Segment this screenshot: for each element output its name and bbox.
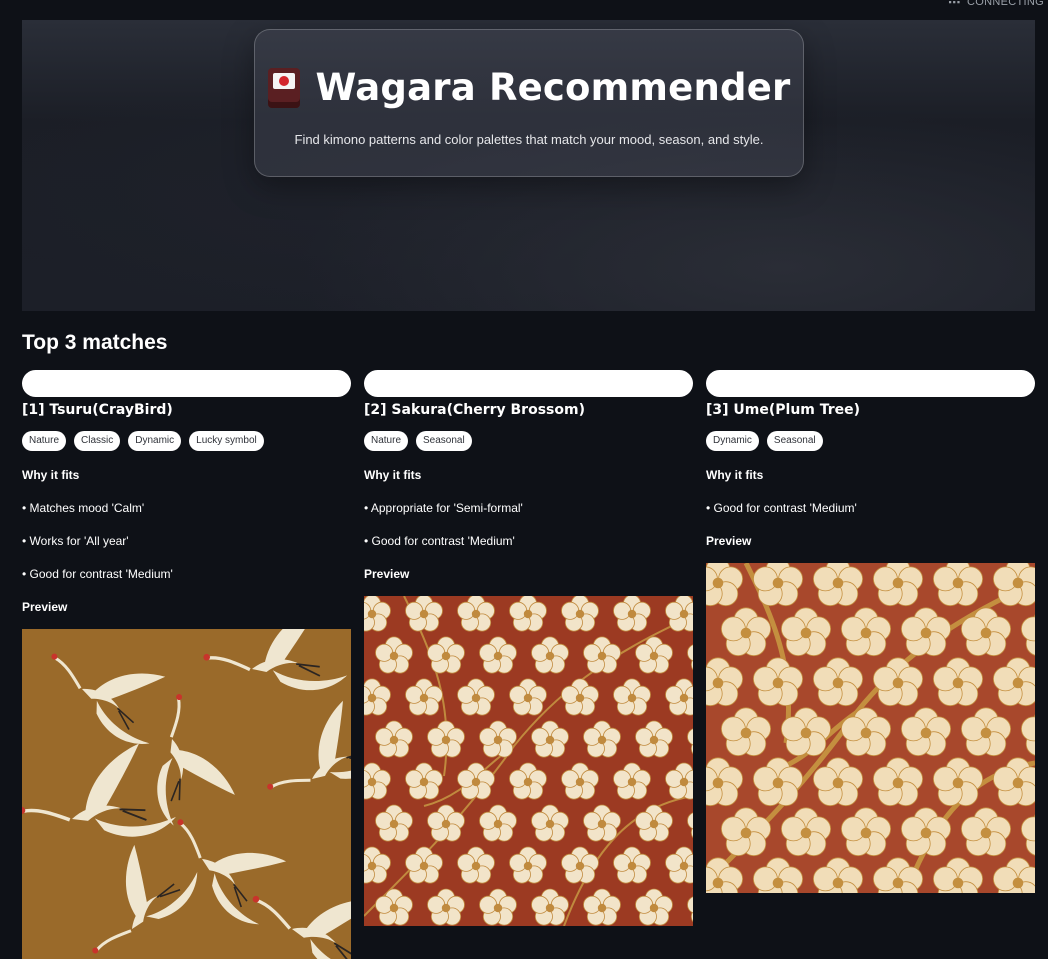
card-input-bar[interactable]: [364, 370, 693, 397]
tag-chip: Classic: [74, 431, 121, 451]
tag-chip: Dynamic: [128, 431, 182, 451]
status-icon: ▪▪▪: [948, 0, 962, 7]
preview-image-tsuru: [22, 629, 351, 959]
result-card-ume: [3] Ume(Plum Tree) Dynamic Seasonal Why …: [706, 370, 1035, 893]
tag-chip: Nature: [364, 431, 409, 451]
sakura-pattern: [364, 596, 693, 926]
preview-label: Preview: [706, 534, 752, 548]
preview-image-ume: [706, 563, 1035, 893]
card-title: [3] Ume(Plum Tree): [706, 402, 861, 418]
reason-item: • Good for contrast 'Medium': [364, 534, 515, 548]
reason-item: • Matches mood 'Calm': [22, 501, 145, 515]
preview-label: Preview: [364, 567, 410, 581]
tag-chip: Seasonal: [766, 431, 823, 451]
app-subtitle: Find kimono patterns and color palettes …: [294, 132, 764, 147]
why-it-fits-heading: Why it fits: [364, 468, 422, 482]
hero-title-row: Wagara Recommender: [255, 66, 803, 109]
tag-list: Nature Classic Dynamic Lucky symbol: [22, 431, 351, 451]
preview-label: Preview: [22, 600, 68, 614]
card-input-bar[interactable]: [22, 370, 351, 397]
hero-banner: Wagara Recommender Find kimono patterns …: [22, 20, 1035, 311]
why-it-fits-heading: Why it fits: [22, 468, 80, 482]
reason-item: • Good for contrast 'Medium': [22, 567, 173, 581]
card-title: [2] Sakura(Cherry Brossom): [364, 402, 585, 418]
preview-image-sakura: [364, 596, 693, 926]
reason-item: • Works for 'All year': [22, 534, 129, 548]
tag-chip: Lucky symbol: [189, 431, 264, 451]
crane-pattern: [22, 629, 351, 959]
flag-icon: [267, 67, 300, 108]
app-title: Wagara Recommender: [315, 66, 791, 109]
tag-chip: Dynamic: [706, 431, 759, 451]
reason-item: • Good for contrast 'Medium': [706, 501, 857, 515]
result-card-sakura: [2] Sakura(Cherry Brossom) Nature Season…: [364, 370, 693, 926]
tag-chip: Nature: [22, 431, 67, 451]
tag-chip: Seasonal: [416, 431, 472, 451]
tag-list: Nature Seasonal: [364, 431, 693, 451]
status-text: CONNECTING: [967, 0, 1044, 8]
card-title: [1] Tsuru(CrayBird): [22, 402, 173, 418]
tag-list: Dynamic Seasonal: [706, 431, 1035, 451]
card-input-bar[interactable]: [706, 370, 1035, 397]
result-card-tsuru: [1] Tsuru(CrayBird) Nature Classic Dynam…: [22, 370, 351, 959]
connection-status: ▪▪▪ CONNECTING: [948, 0, 1044, 8]
hero-card: Wagara Recommender Find kimono patterns …: [254, 29, 804, 177]
results-heading: Top 3 matches: [22, 331, 168, 354]
reason-item: • Appropriate for 'Semi-formal': [364, 501, 523, 515]
ume-pattern: [706, 563, 1035, 893]
why-it-fits-heading: Why it fits: [706, 468, 764, 482]
